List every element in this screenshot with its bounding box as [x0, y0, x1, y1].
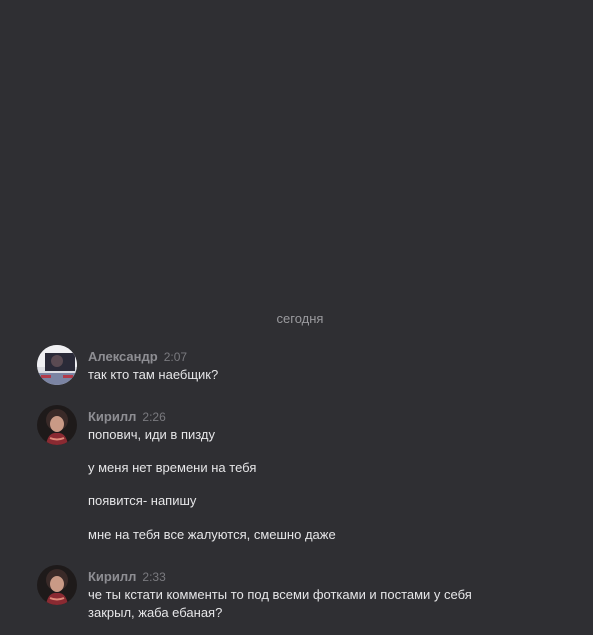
user-avatar-kirill-icon: [37, 405, 77, 445]
message-author[interactable]: Кирилл: [88, 569, 136, 584]
message-time: 2:07: [163, 350, 188, 364]
message-text: мне на тебя все жалуются, смешно даже: [88, 527, 336, 542]
message-text: че ты кстати комменты то под всеми фотка…: [88, 587, 472, 620]
message-author[interactable]: Кирилл: [88, 409, 136, 424]
avatar[interactable]: [37, 405, 77, 445]
message-text: у меня нет времени на тебя: [88, 460, 257, 475]
date-divider: сегодня: [276, 311, 324, 326]
message-time: 2:26: [142, 410, 166, 424]
chat-window: сегодня Александр 2:07 так кто там наебщи…: [0, 0, 593, 635]
message-author[interactable]: Александр: [88, 349, 158, 364]
avatar[interactable]: [37, 565, 77, 605]
message-time: 2:33: [142, 570, 166, 584]
message-text: так кто там наебщик?: [88, 367, 219, 382]
user-avatar-kirill-icon: [37, 565, 77, 605]
user-avatar-alexander-icon: [37, 345, 77, 385]
message-text: попович, иди в пизду: [88, 427, 216, 442]
message-text: появится- напишу: [88, 493, 197, 508]
avatar[interactable]: [37, 345, 77, 385]
